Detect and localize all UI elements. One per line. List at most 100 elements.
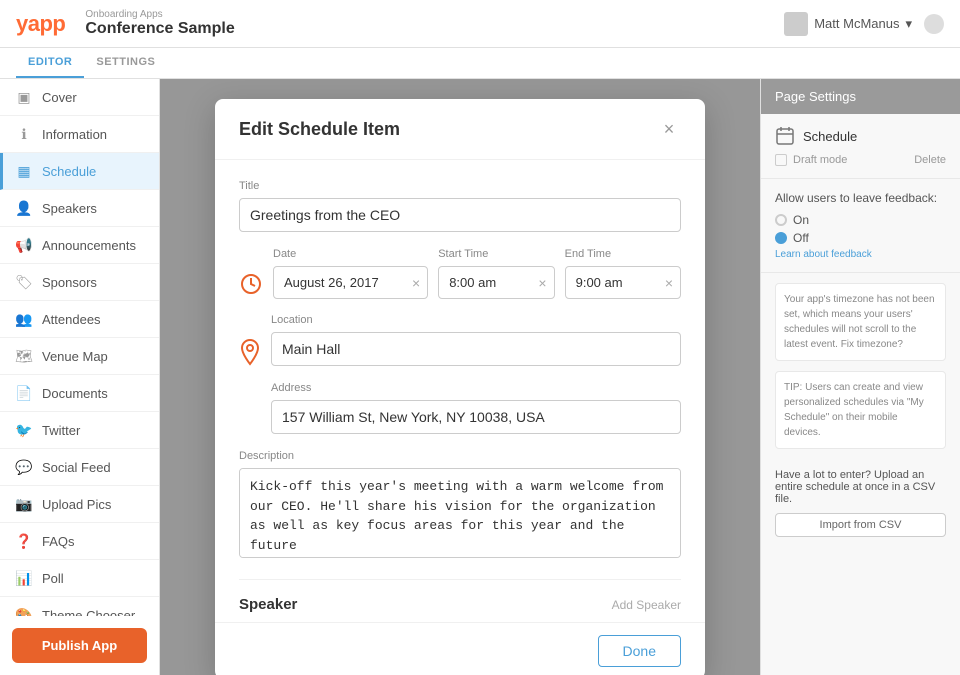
date-input-wrap: × xyxy=(273,266,428,299)
address-input[interactable] xyxy=(271,400,681,434)
user-name: Matt McManus xyxy=(814,16,899,31)
location-form-group: Location xyxy=(271,314,681,366)
address-form-group: Address xyxy=(271,382,681,434)
learn-feedback-link[interactable]: Learn about feedback xyxy=(775,249,946,260)
app-header: yapp Onboarding Apps Conference Sample M… xyxy=(0,0,960,48)
social-feed-icon: 💬 xyxy=(16,459,32,475)
sidebar-item-upload-pics[interactable]: 📷 Upload Pics xyxy=(0,486,159,523)
end-time-label: End Time xyxy=(565,248,681,260)
datetime-row: Date × Start Time × xyxy=(239,248,681,302)
start-time-input-wrap: × xyxy=(438,266,554,299)
clock-icon xyxy=(239,272,263,302)
sidebar-item-cover[interactable]: ▣ Cover xyxy=(0,79,159,116)
schedule-icon-row: Schedule xyxy=(775,126,946,146)
twitter-icon: 🐦 xyxy=(16,422,32,438)
header-right: Matt McManus ▾ xyxy=(784,12,944,36)
app-title: Conference Sample xyxy=(85,20,234,38)
sidebar-item-poll[interactable]: 📊 Poll xyxy=(0,560,159,597)
sidebar-item-label: Upload Pics xyxy=(42,497,111,512)
sidebar-item-label: Cover xyxy=(42,90,77,105)
sidebar-item-theme-chooser[interactable]: 🎨 Theme Chooser xyxy=(0,597,159,616)
draft-row: Draft mode Delete xyxy=(775,154,946,166)
sidebar-item-label: Information xyxy=(42,127,107,142)
sidebar-item-social-feed[interactable]: 💬 Social Feed xyxy=(0,449,159,486)
modal-overlay: Edit Schedule Item × Title xyxy=(160,79,760,675)
add-speaker-button[interactable]: Add Speaker xyxy=(612,598,681,612)
radio-off[interactable] xyxy=(775,232,787,244)
sponsors-icon: 🏷 xyxy=(16,274,32,290)
radio-on[interactable] xyxy=(775,214,787,226)
sidebar-item-documents[interactable]: 📄 Documents xyxy=(0,375,159,412)
start-time-label: Start Time xyxy=(438,248,554,260)
description-form-group: Description Kick-off this year's meeting… xyxy=(239,450,681,563)
tip1-text: Your app's timezone has not been set, wh… xyxy=(784,294,935,350)
editor-tabs: EDITOR SETTINGS xyxy=(0,48,960,79)
modal-footer: Done xyxy=(215,622,705,675)
modal-body: Title Date xyxy=(215,160,705,622)
chevron-down-icon: ▾ xyxy=(905,16,912,32)
description-label: Description xyxy=(239,450,681,462)
feedback-section: Allow users to leave feedback: On Off Le… xyxy=(761,179,960,273)
theme-chooser-icon: 🎨 xyxy=(16,607,32,616)
close-icon[interactable]: × xyxy=(657,117,681,141)
date-label: Date xyxy=(273,248,428,260)
sidebar-item-label: Twitter xyxy=(42,423,80,438)
sidebar-item-label: Announcements xyxy=(42,238,136,253)
main-layout: ▣ Cover ℹ Information ▦ Schedule 👤 Speak… xyxy=(0,79,960,675)
import-csv-button[interactable]: Import from CSV xyxy=(775,513,946,537)
start-time-clear-icon[interactable]: × xyxy=(538,275,546,291)
draft-checkbox[interactable] xyxy=(775,154,787,166)
publish-app-button[interactable]: Publish App xyxy=(12,628,147,663)
sidebar-item-speakers[interactable]: 👤 Speakers xyxy=(0,190,159,227)
done-button[interactable]: Done xyxy=(598,635,681,667)
notification-icon[interactable] xyxy=(924,14,944,34)
venue-map-icon: 🗺 xyxy=(16,348,32,364)
title-input[interactable] xyxy=(239,198,681,232)
sidebar-item-label: Documents xyxy=(42,386,108,401)
date-clear-icon[interactable]: × xyxy=(412,275,420,291)
address-label: Address xyxy=(271,382,681,394)
location-input[interactable] xyxy=(271,332,681,366)
user-info[interactable]: Matt McManus ▾ xyxy=(784,12,912,36)
radio-on-row: On xyxy=(775,213,946,227)
delete-link[interactable]: Delete xyxy=(914,154,946,166)
sidebar-item-label: Venue Map xyxy=(42,349,108,364)
sidebar-item-label: Speakers xyxy=(42,201,97,216)
csv-label: Have a lot to enter? Upload an entire sc… xyxy=(775,469,946,505)
sidebar-item-faqs[interactable]: ❓ FAQs xyxy=(0,523,159,560)
edit-schedule-modal: Edit Schedule Item × Title xyxy=(215,99,705,675)
sidebar-item-twitter[interactable]: 🐦 Twitter xyxy=(0,412,159,449)
sidebar-item-label: Theme Chooser xyxy=(42,608,135,617)
breadcrumb: Onboarding Apps xyxy=(85,9,234,20)
info-icon: ℹ xyxy=(16,126,32,142)
date-input[interactable] xyxy=(273,266,428,299)
off-label: Off xyxy=(793,231,809,245)
sidebar-item-information[interactable]: ℹ Information xyxy=(0,116,159,153)
tab-settings[interactable]: SETTINGS xyxy=(84,48,167,78)
sidebar: ▣ Cover ℹ Information ▦ Schedule 👤 Speak… xyxy=(0,79,160,675)
sidebar-item-announcements[interactable]: 📢 Announcements xyxy=(0,227,159,264)
end-time-input[interactable] xyxy=(565,266,681,299)
start-time-input[interactable] xyxy=(438,266,554,299)
speaker-row: Speaker Add Speaker xyxy=(239,596,681,613)
schedule-name: Schedule xyxy=(803,129,857,144)
sidebar-item-venue-map[interactable]: 🗺 Venue Map xyxy=(0,338,159,375)
tab-editor[interactable]: EDITOR xyxy=(16,48,84,78)
location-row: Location Address xyxy=(239,314,681,450)
date-time-fields: Date × Start Time × xyxy=(273,248,681,299)
timezone-tip-box: Your app's timezone has not been set, wh… xyxy=(775,283,946,361)
cover-icon: ▣ xyxy=(16,89,32,105)
end-time-clear-icon[interactable]: × xyxy=(665,275,673,291)
right-panel-header: Page Settings xyxy=(761,79,960,114)
sidebar-item-sponsors[interactable]: 🏷 Sponsors xyxy=(0,264,159,301)
upload-pics-icon: 📷 xyxy=(16,496,32,512)
sidebar-item-attendees[interactable]: 👥 Attendees xyxy=(0,301,159,338)
sidebar-item-label: Schedule xyxy=(42,164,96,179)
schedule-icon: ▦ xyxy=(16,163,32,179)
faqs-icon: ❓ xyxy=(16,533,32,549)
csv-section: Have a lot to enter? Upload an entire sc… xyxy=(761,459,960,547)
app-title-section: Onboarding Apps Conference Sample xyxy=(85,9,234,38)
description-textarea[interactable]: Kick-off this year's meeting with a warm… xyxy=(239,468,681,558)
sidebar-item-schedule[interactable]: ▦ Schedule xyxy=(0,153,159,190)
myschedule-tip-box: TIP: Users can create and view personali… xyxy=(775,371,946,449)
